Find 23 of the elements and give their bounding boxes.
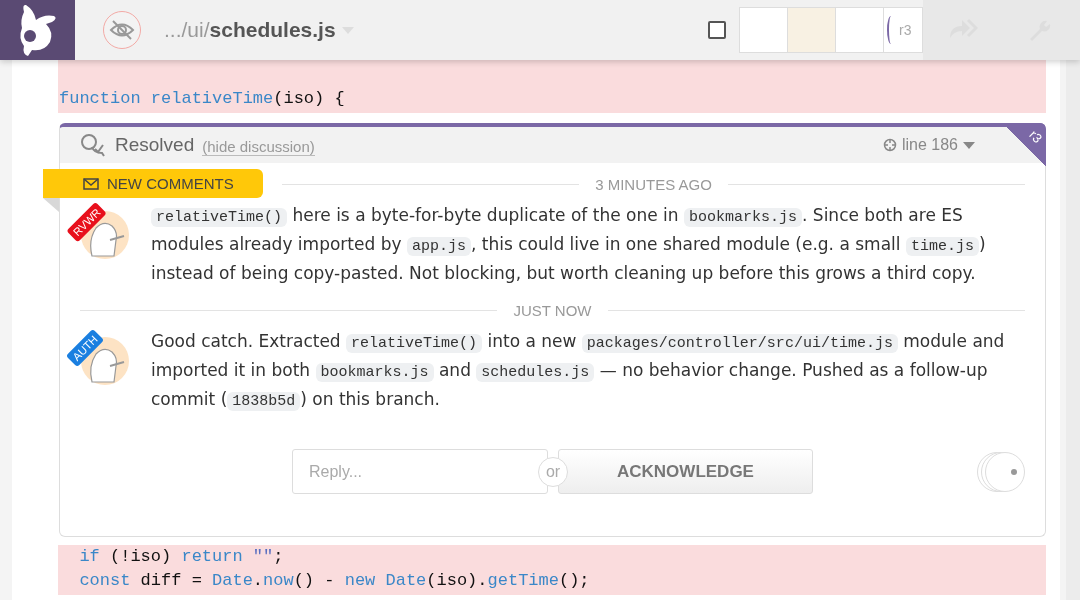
hide-discussion-link[interactable]: (hide discussion) [202,138,315,156]
hide-comments-button[interactable] [103,11,141,49]
envelope-icon [83,177,99,190]
comment-time: JUST NOW [513,301,592,319]
viewed-checkbox[interactable] [708,21,726,39]
comment-time: 3 MINUTES AGO [595,175,712,193]
code-line: if (!iso) return ""; [78,546,284,568]
file-path[interactable]: .../ui/schedules.js [164,18,336,42]
new-comments-ribbon: NEW COMMENTS [43,169,263,198]
logo[interactable] [0,0,75,60]
reply-field[interactable]: Reply... [292,449,548,494]
line-reference[interactable]: line 186 [882,136,975,154]
code-line: const diff = Date.now() - new Date(iso).getTime(); [78,570,590,592]
comment-text: Good catch. Extracted relativeTime() into a new packages/controller/src/ui/time.js module and imported it in both bookmarks.js and schedules.js — no behavior change. Pushed as a follow-up commit ( 1838b5d ) on this branch. [151,330,1006,413]
crosshair-icon [882,138,897,152]
discussion-status: Resolved [115,134,195,156]
caret-icon [963,141,975,149]
eye-slash-icon [109,19,135,41]
scrollbar[interactable] [1066,60,1080,600]
code-line: function relativeTime(iso) { [59,88,345,110]
participants-stack-icon[interactable] [977,452,1025,492]
acknowledge-button[interactable]: ACKNOWLEDGE [558,449,813,494]
comment-text: relativeTime() here is a byte-for-byte duplicate of the one in bookmarks.js . Since both are ES modules already imported by app.js , this could live in one shared module (e.g. a small time.js ) instead of being copy-pasted. Not blocking, but worth cleaning up before this grows a third copy. [151,204,987,285]
